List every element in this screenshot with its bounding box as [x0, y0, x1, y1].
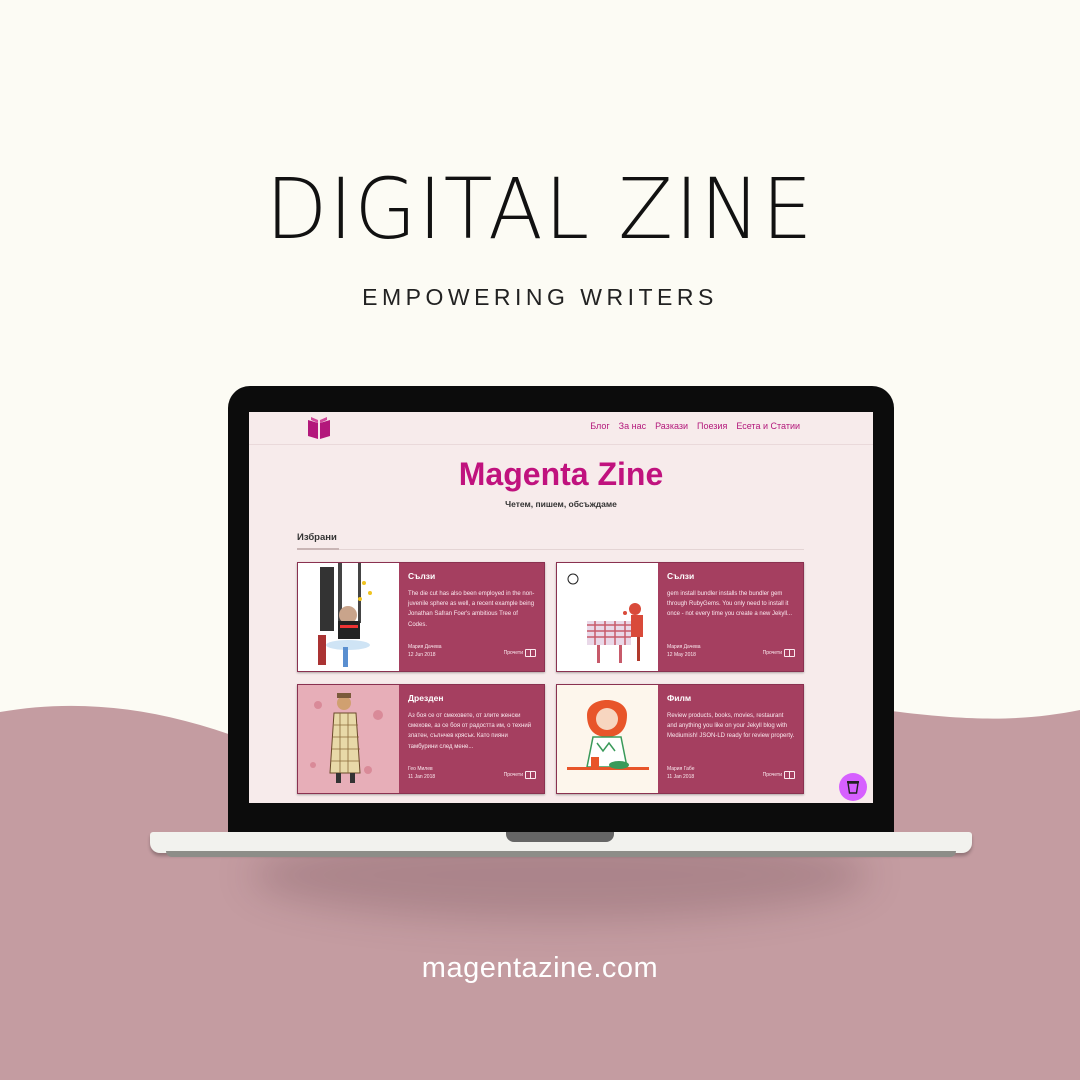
- post-date: 11 Jan 2018: [667, 774, 695, 780]
- banner-title: DIGITAL ZINE: [265, 160, 815, 258]
- post-card[interactable]: Сълзи gem install bundler installs the b…: [556, 562, 804, 672]
- post-author: Мария Дачева: [667, 644, 701, 650]
- post-title[interactable]: Сълзи: [408, 571, 435, 581]
- post-meta: Гео Милев 11 Jan 2018: [408, 765, 435, 781]
- post-excerpt: Аз боя се от смеховете, от злите женски …: [408, 713, 532, 750]
- post-title[interactable]: Филм: [667, 693, 691, 703]
- post-image[interactable]: [557, 563, 658, 671]
- coffee-cup-icon[interactable]: [839, 773, 867, 801]
- laptop-screen: Блог За нас Разкази Поезия Есета и Стати…: [249, 412, 873, 803]
- post-card[interactable]: Филм Review products, books, movies, res…: [556, 684, 804, 794]
- post-title[interactable]: Дрезден: [408, 693, 443, 703]
- post-excerpt: gem install bundler installs the bundler…: [667, 591, 793, 618]
- read-label: Прочети: [762, 772, 782, 778]
- banner-url[interactable]: magentazine.com: [0, 952, 1080, 985]
- read-link[interactable]: Прочети: [763, 649, 795, 657]
- banner-subtitle: EMPOWERING WRITERS: [362, 284, 718, 310]
- post-meta: Мария Габе 11 Jan 2018: [667, 765, 694, 781]
- open-book-icon[interactable]: [306, 416, 332, 440]
- post-author: Гео Милев: [408, 766, 433, 772]
- post-date: 12 Jun 2018: [408, 652, 436, 658]
- coffee-cup-glyph: [847, 781, 859, 794]
- featured-heading: Избрани: [297, 532, 337, 543]
- post-card[interactable]: Сълзи The die cut has also been employed…: [297, 562, 545, 672]
- post-meta: Мария Дачева 12 May 2018: [667, 643, 701, 659]
- post-image[interactable]: [298, 685, 399, 793]
- post-card[interactable]: Дрезден Аз боя се от смеховете, от злите…: [297, 684, 545, 794]
- main-nav: Блог За нас Разкази Поезия Есета и Стати…: [590, 421, 800, 431]
- laptop-notch: [506, 832, 614, 842]
- nav-item-essays[interactable]: Есета и Статии: [736, 421, 800, 431]
- post-excerpt: The die cut has also been employed in th…: [408, 591, 535, 628]
- book-icon: [525, 649, 536, 657]
- nav-item-blog[interactable]: Блог: [590, 421, 609, 431]
- read-label: Прочети: [762, 650, 782, 656]
- nav-item-about[interactable]: За нас: [619, 421, 646, 431]
- header-divider: [249, 444, 873, 445]
- book-icon: [784, 771, 795, 779]
- post-excerpt: Review products, books, movies, restaura…: [667, 713, 795, 740]
- book-icon: [784, 649, 795, 657]
- post-title[interactable]: Сълзи: [667, 571, 694, 581]
- post-image[interactable]: [298, 563, 399, 671]
- read-label: Прочети: [503, 650, 523, 656]
- site-title: Magenta Zine: [458, 456, 664, 492]
- featured-divider: [297, 549, 804, 550]
- post-meta: Мария Дачева 12 Jun 2018: [408, 643, 442, 659]
- post-author: Мария Дачева: [408, 644, 442, 650]
- read-link[interactable]: Прочети: [763, 771, 795, 779]
- read-link[interactable]: Прочети: [504, 649, 536, 657]
- post-date: 12 May 2018: [667, 652, 696, 658]
- site-tagline: Четем, пишем, обсъждаме: [505, 499, 617, 509]
- nav-item-poetry[interactable]: Поезия: [697, 421, 727, 431]
- post-image[interactable]: [557, 685, 658, 793]
- laptop-base-edge: [166, 851, 956, 857]
- book-icon: [525, 771, 536, 779]
- read-link[interactable]: Прочети: [504, 771, 536, 779]
- post-date: 11 Jan 2018: [408, 774, 436, 780]
- post-author: Мария Габе: [667, 766, 695, 772]
- featured-underline: [297, 548, 339, 550]
- read-label: Прочети: [503, 772, 523, 778]
- nav-item-stories[interactable]: Разкази: [655, 421, 688, 431]
